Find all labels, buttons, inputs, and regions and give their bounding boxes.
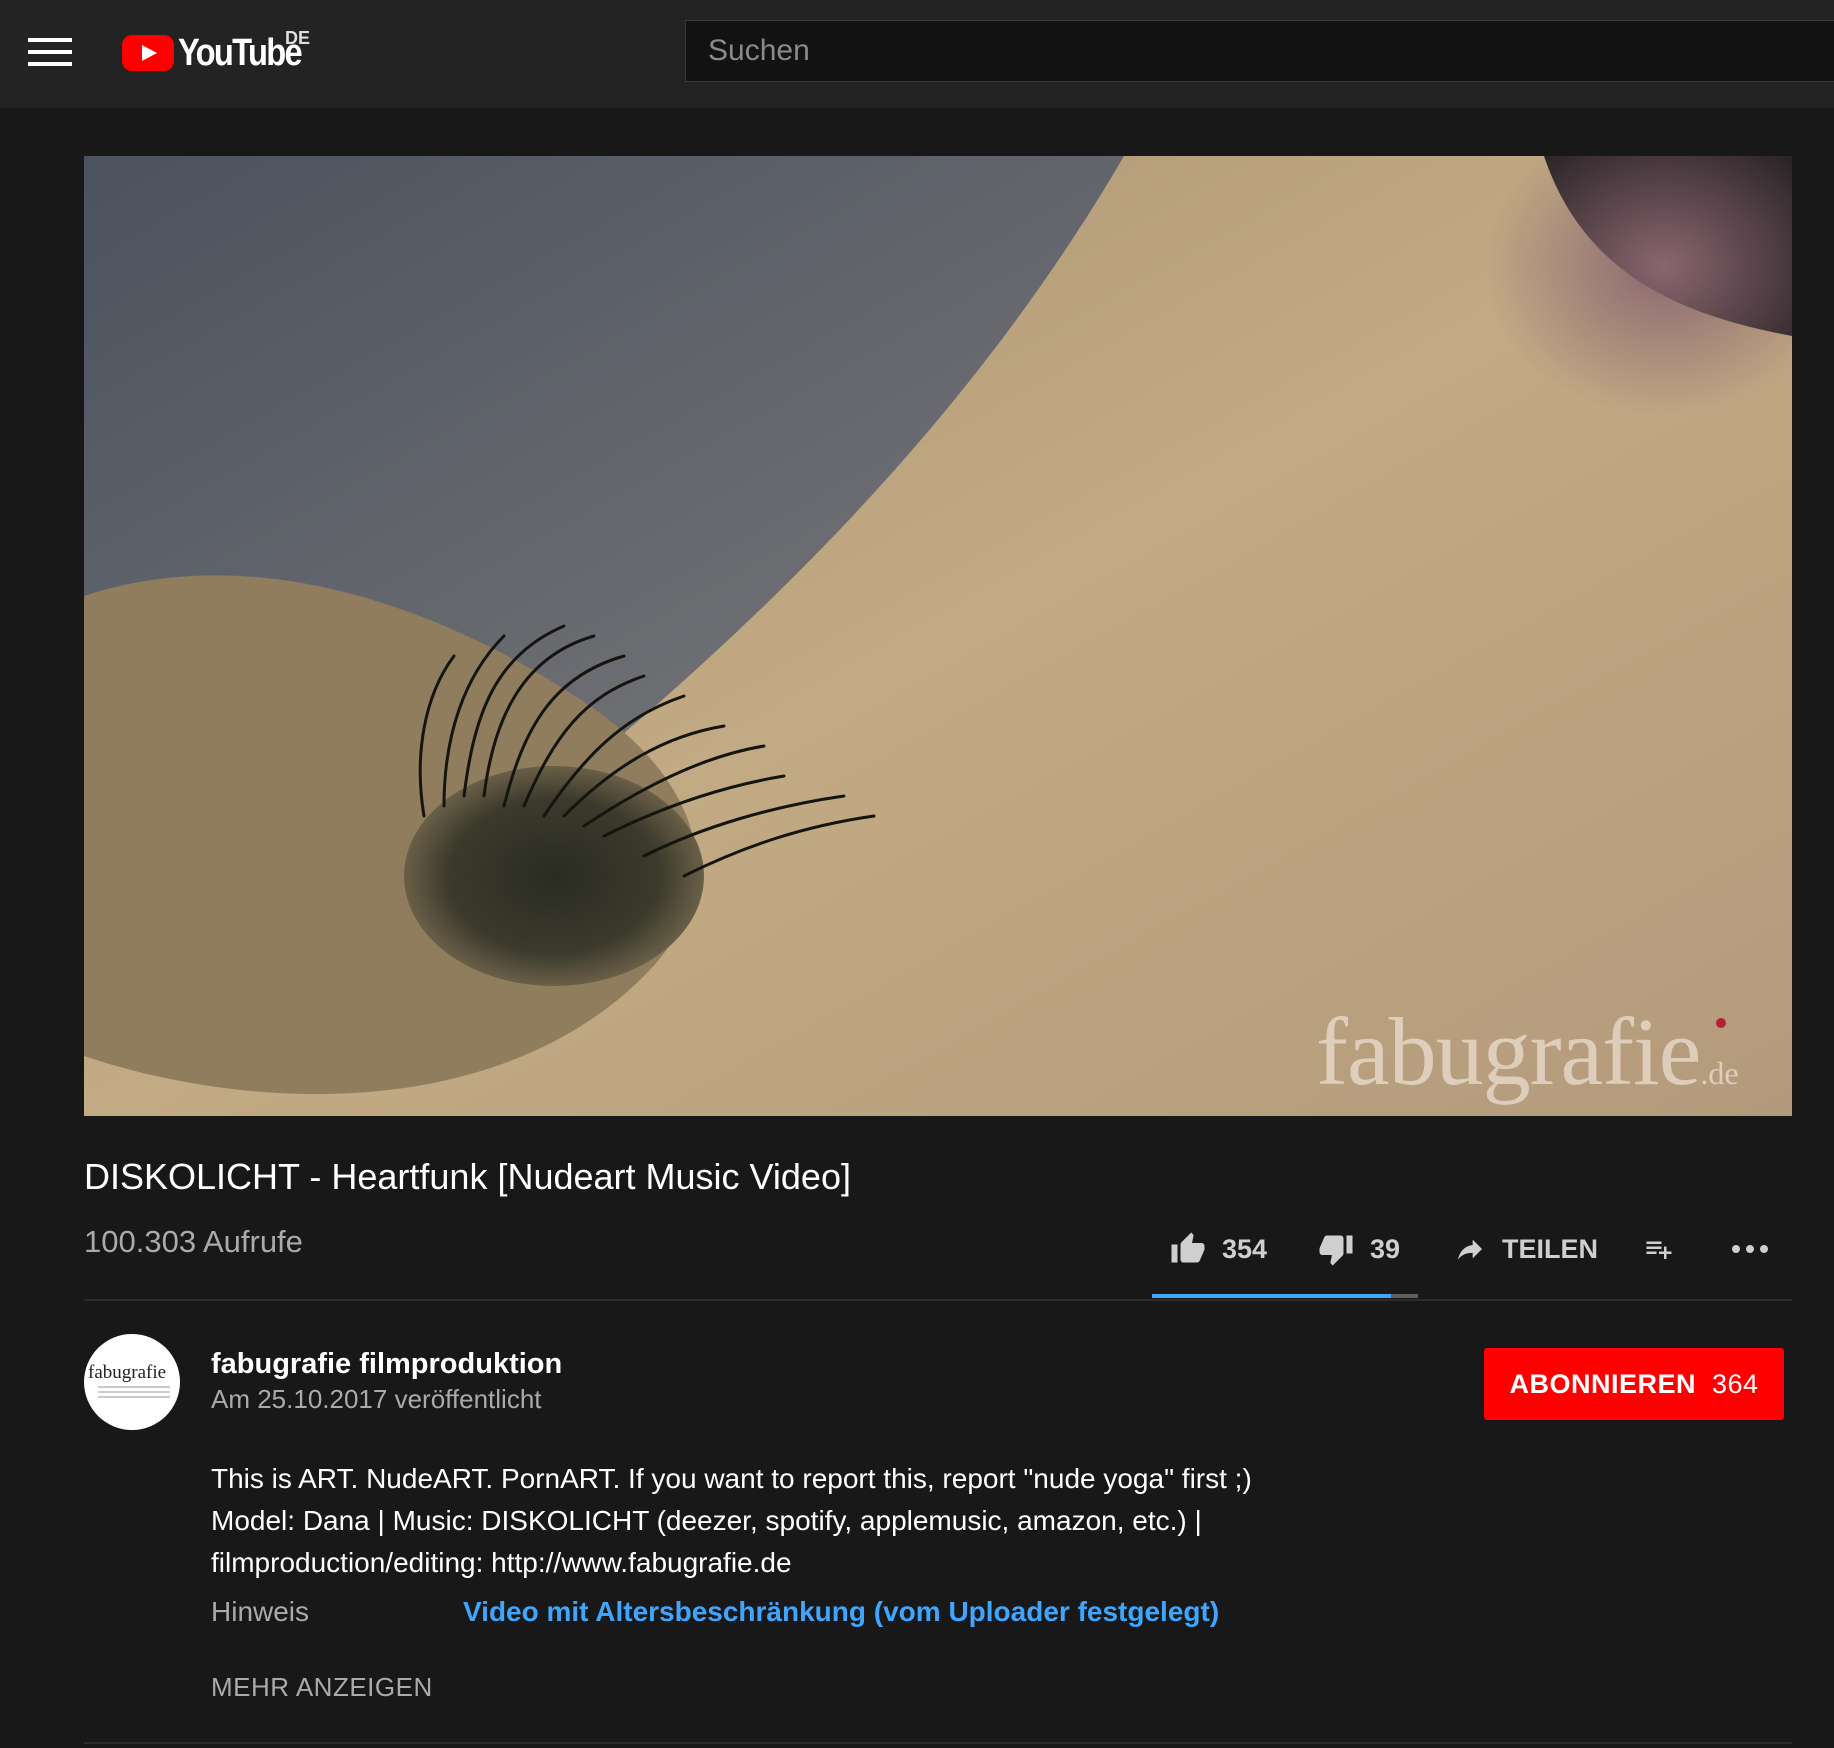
thumbs-down-icon [1319, 1235, 1353, 1266]
channel-name[interactable]: fabugrafie filmproduktion [211, 1348, 562, 1381]
description-line: This is ART. NudeART. PornART. If you wa… [211, 1463, 1252, 1494]
dislike-button[interactable]: 39 [1316, 1224, 1400, 1274]
save-to-playlist-button[interactable] [1640, 1224, 1692, 1274]
channel-avatar[interactable]: fabugrafie [84, 1334, 180, 1430]
menu-icon[interactable] [28, 38, 72, 70]
sentiment-bar-fill [1152, 1294, 1392, 1298]
watermark-main: fabugrafie [1316, 998, 1701, 1105]
avatar-brand-text: fabugrafie [88, 1362, 167, 1383]
subscribe-label: ABONNIEREN [1509, 1368, 1696, 1399]
subscribe-button[interactable]: ABONNIEREN 364 [1484, 1348, 1784, 1420]
like-button[interactable]: 354 [1168, 1224, 1267, 1274]
description-line: Model: Dana | Music: DISKOLICHT (deezer,… [211, 1505, 1202, 1536]
share-label: TEILEN [1502, 1233, 1599, 1264]
video-title: DISKOLICHT - Heartfunk [Nudeart Music Vi… [84, 1156, 851, 1197]
more-horizontal-icon [1732, 1245, 1768, 1253]
dislike-count: 39 [1370, 1233, 1401, 1264]
show-more-button[interactable]: MEHR ANZEIGEN [211, 1672, 433, 1703]
video-description: This is ART. NudeART. PornART. If you wa… [211, 1458, 1311, 1584]
like-count: 354 [1222, 1233, 1268, 1264]
description-line: filmproduction/editing: http://www.fabug… [211, 1547, 792, 1578]
masthead: YouTube DE [0, 0, 1834, 108]
avatar-text-lines [98, 1386, 170, 1401]
search-input[interactable] [686, 21, 1834, 81]
divider [84, 1742, 1792, 1744]
logo-wordmark: YouTube [178, 31, 303, 74]
search-box [685, 20, 1834, 82]
share-button[interactable]: TEILEN [1452, 1224, 1598, 1274]
heart-icon [1716, 1018, 1726, 1028]
watermark-tld: .de [1700, 1055, 1739, 1091]
share-icon [1458, 1239, 1482, 1260]
view-count: 100.303 Aufrufe [84, 1224, 303, 1259]
thumbs-up-icon [1171, 1232, 1205, 1263]
video-player[interactable]: fabugrafie.de [84, 156, 1792, 1116]
country-code: DE [285, 28, 311, 48]
youtube-logo[interactable]: YouTube DE [122, 28, 321, 76]
subscriber-count: 364 [1711, 1368, 1759, 1399]
video-frame [84, 156, 1792, 1116]
youtube-play-icon [122, 35, 174, 71]
divider [84, 1299, 1792, 1301]
meta-label: Hinweis [211, 1596, 310, 1627]
sentiment-bar [1152, 1294, 1418, 1298]
watermark: fabugrafie.de [1316, 996, 1739, 1107]
more-actions-button[interactable] [1730, 1224, 1784, 1274]
publish-date: Am 25.10.2017 veröffentlicht [211, 1384, 542, 1414]
playlist-add-icon [1646, 1241, 1672, 1259]
age-restriction-link[interactable]: Video mit Altersbeschränkung (vom Upload… [463, 1596, 1219, 1628]
